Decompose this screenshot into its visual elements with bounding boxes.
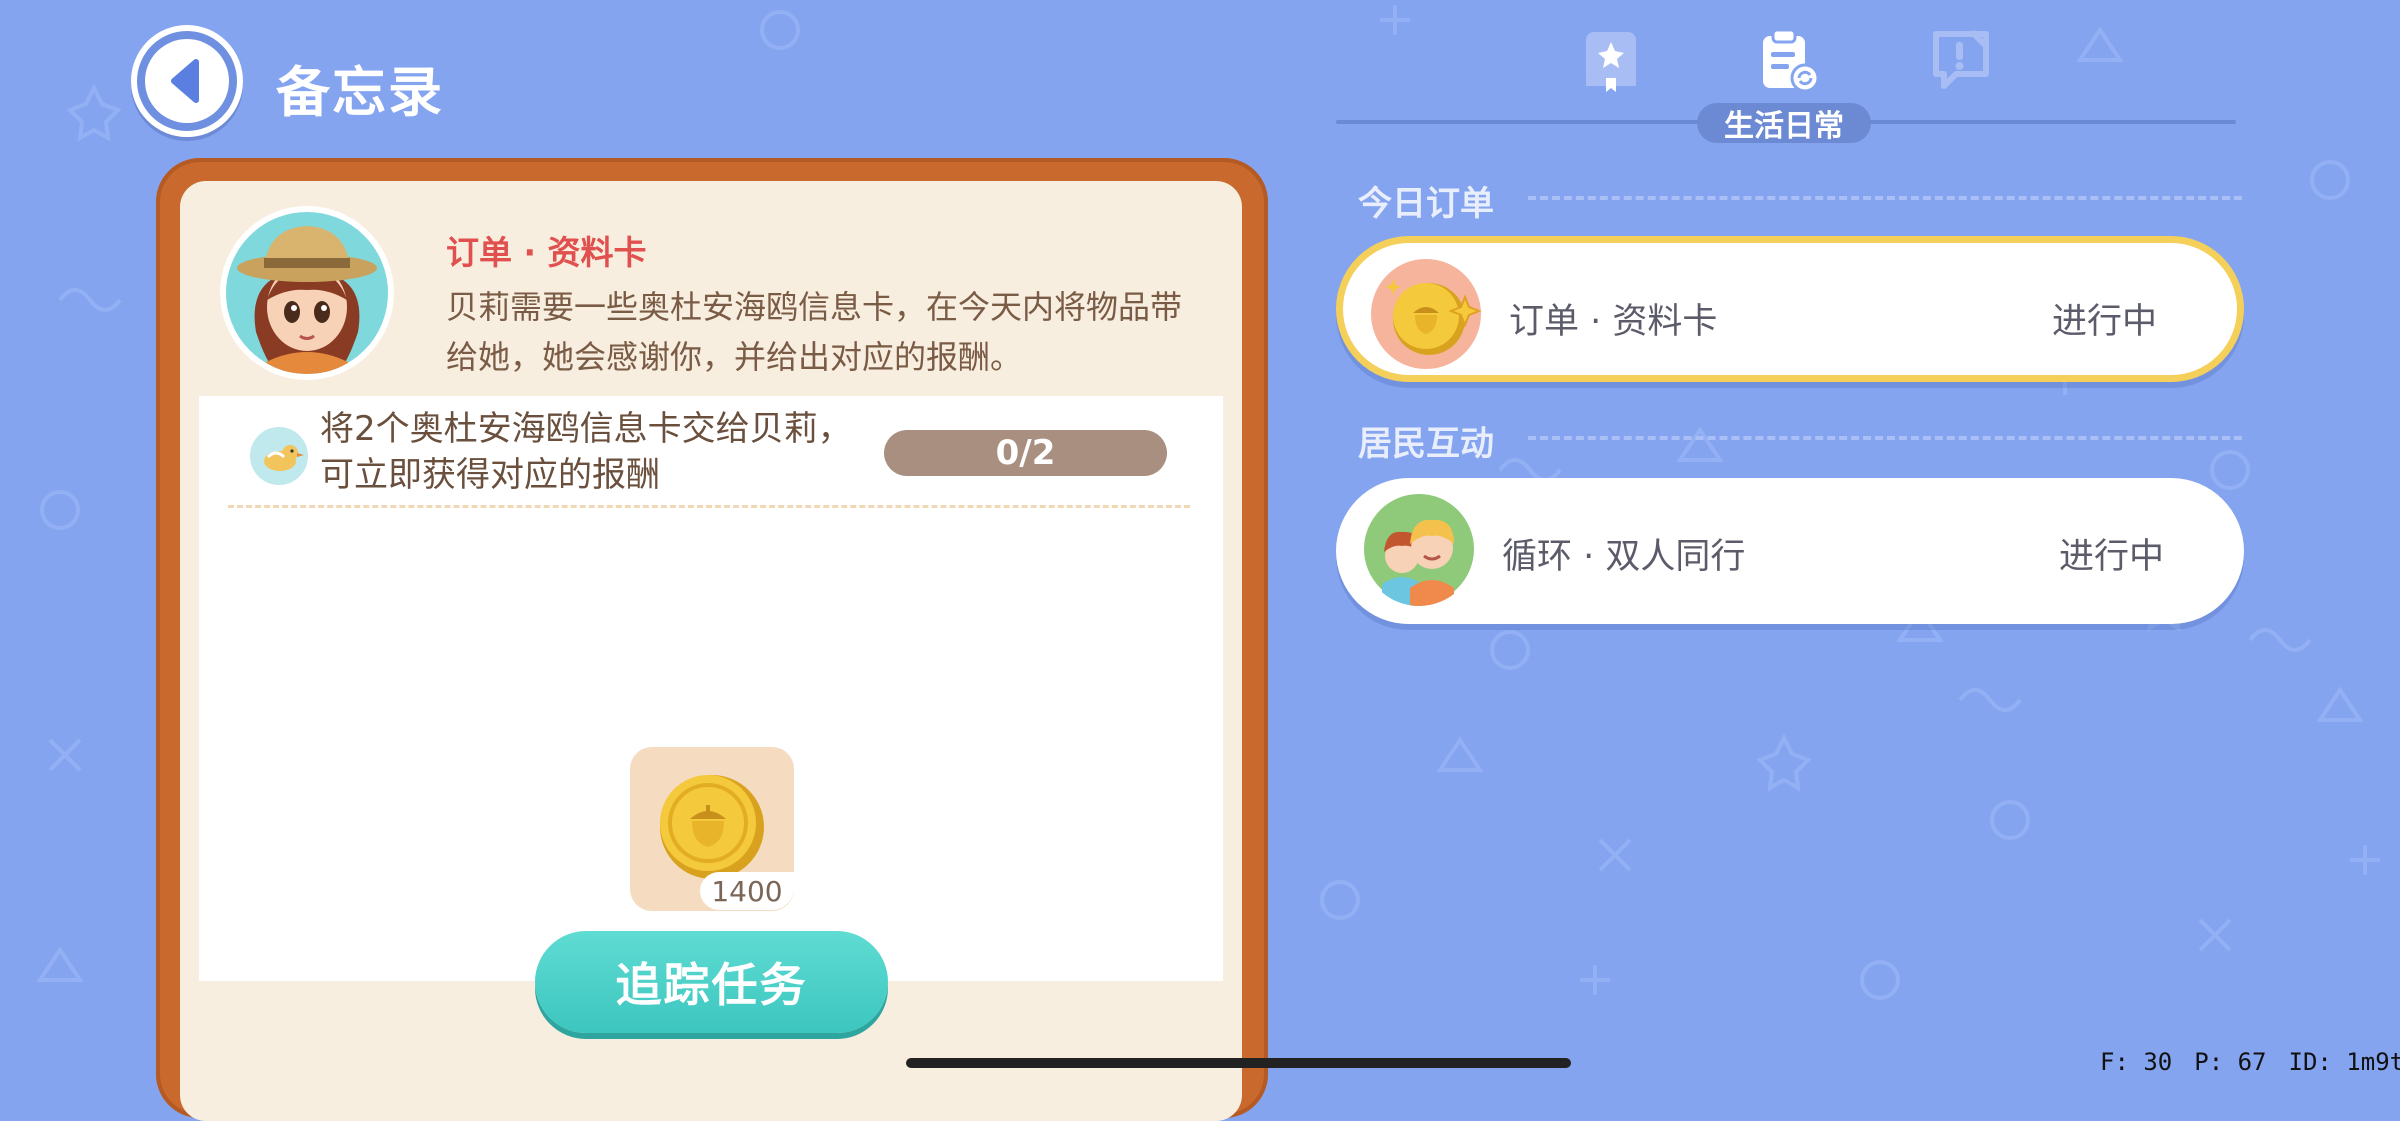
debug-overlay: F: 30 P: 67 ID: 1m9td87 [2100, 1048, 2400, 1076]
task-item-name: 循环 · 双人同行 [1502, 528, 1745, 579]
task-divider [228, 505, 1190, 508]
tab-collection-book-icon[interactable] [1578, 28, 1644, 94]
back-button[interactable] [131, 25, 243, 137]
tab-notice-icon[interactable] [1928, 28, 1994, 94]
task-progress-bar: 0/2 [884, 430, 1167, 476]
task-item-name: 订单 · 资料卡 [1509, 293, 1717, 344]
girl-portrait-icon [226, 212, 388, 374]
two-people-icon [1362, 492, 1476, 606]
order-title: 订单 · 资料卡 [446, 226, 647, 274]
today-orders-label: 今日订单 [1358, 176, 1494, 225]
bird-icon [250, 427, 308, 485]
track-task-button[interactable]: 追踪任务 [535, 931, 888, 1033]
page-title: 备忘录 [276, 48, 444, 127]
task-item-icon [1369, 257, 1483, 371]
seagull-icon [247, 424, 311, 488]
task-item-cycle-duo[interactable]: 循环 · 双人同行 进行中 [1336, 478, 2244, 624]
tab-active-label: 生活日常 [1697, 103, 1871, 143]
task-description: 将2个奥杜安海鸥信息卡交给贝莉，可立即获得对应的报酬 [320, 406, 880, 498]
task-item-status: 进行中 [2059, 528, 2164, 579]
back-arrow-icon [162, 56, 212, 106]
acorn-coin-icon [1369, 257, 1483, 371]
order-description: 贝莉需要一些奥杜安海鸥信息卡，在今天内将物品带给她，她会感谢你，并给出对应的报酬… [446, 282, 1186, 382]
task-item-icon [1362, 492, 1476, 606]
debug-ping: P: 67 [2194, 1048, 2266, 1076]
debug-fps: F: 30 [2100, 1048, 2172, 1076]
tab-daily-life-clipboard-icon[interactable] [1755, 28, 1821, 94]
task-item-order-card[interactable]: 订单 · 资料卡 进行中 [1336, 236, 2244, 382]
reward-count: 1400 [700, 872, 794, 910]
resident-interaction-label: 居民互动 [1358, 416, 1494, 465]
debug-id: ID: 1m9td87 [2289, 1048, 2400, 1076]
home-indicator[interactable] [906, 1058, 1571, 1068]
task-item-status: 进行中 [2052, 293, 2157, 344]
today-orders-divider [1528, 196, 2242, 200]
resident-interaction-divider [1528, 436, 2242, 440]
npc-avatar [220, 206, 394, 380]
